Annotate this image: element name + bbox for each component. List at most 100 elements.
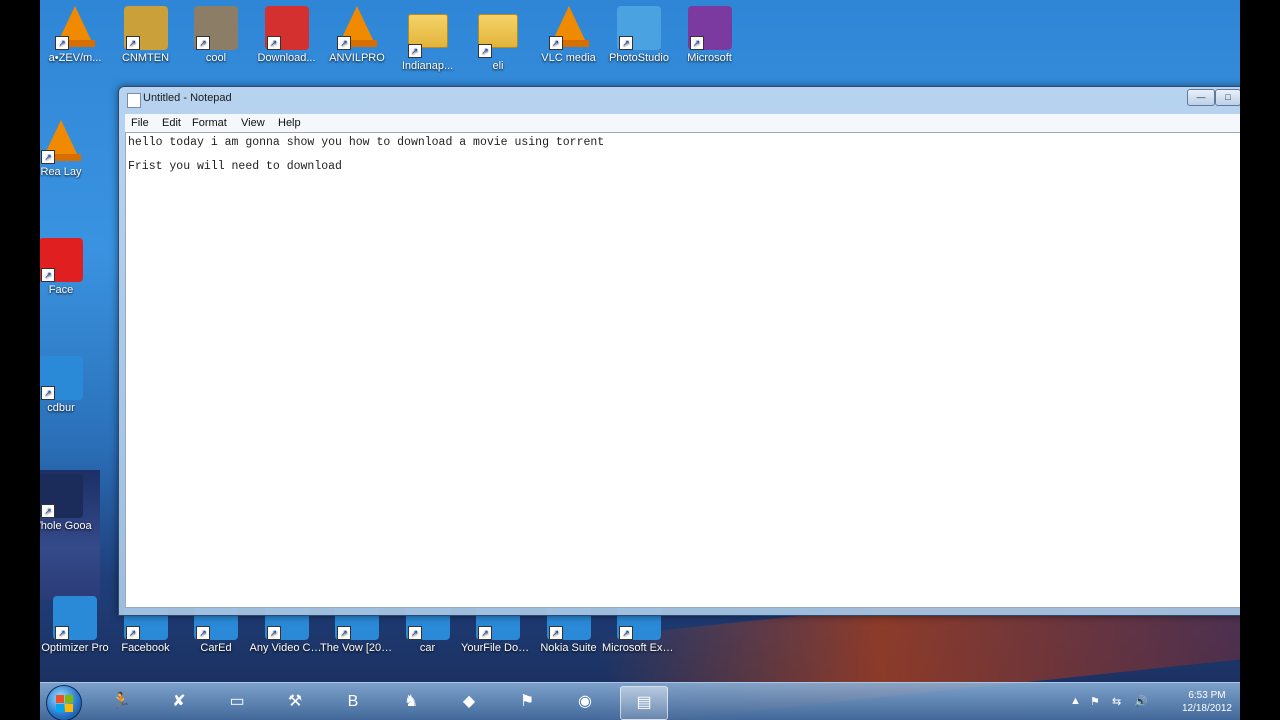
shortcut-arrow-icon: ↗ (337, 626, 351, 640)
menu-help[interactable]: Help (278, 117, 301, 129)
icon-label: Rea Lay (40, 166, 82, 178)
network-tray-icon[interactable]: ⇆ (1112, 695, 1121, 708)
shortcut-arrow-icon: ↗ (407, 626, 422, 640)
app-b-icon[interactable]: B (330, 686, 376, 718)
shortcut-arrow-icon: ↗ (125, 626, 140, 640)
network-icon[interactable]: ⚒ (272, 686, 318, 718)
desktop-top-icon-4[interactable]: ↗ ANVILPRO (320, 6, 394, 65)
shortcut-image: ↗ (476, 14, 520, 58)
shortcut-arrow-icon: ↗ (478, 626, 492, 640)
shortcut-arrow-icon: ↗ (619, 626, 633, 640)
shortcut-arrow-icon: ↗ (407, 44, 422, 58)
text-editor[interactable]: hello today i am gonna show you how to d… (125, 132, 1240, 608)
notepad-titlebar[interactable]: Untitled - Notepad — □ ✕ (119, 87, 1240, 111)
text-line-2: Frist you will need to download (128, 160, 342, 173)
minimize-button[interactable]: — (1187, 89, 1215, 106)
icon-label: Facebook (121, 642, 170, 654)
volume-icon[interactable]: 🔊 (1134, 695, 1148, 708)
icon-label: Download... (257, 52, 316, 64)
shortcut-image: ↗ (40, 120, 83, 164)
desktop-top-icon-0[interactable]: ↗ a•ZEV/m... (40, 6, 112, 65)
shortcut-arrow-icon: ↗ (41, 504, 55, 518)
text-line-1: hello today i am gonna show you how to d… (128, 136, 605, 149)
menu-format[interactable]: Format (192, 117, 227, 129)
chrome-icon[interactable]: ◉ (562, 686, 608, 718)
action-center-icon[interactable]: ⚑ (1090, 695, 1100, 708)
start-button[interactable] (46, 685, 82, 720)
shortcut-image: ↗ (335, 6, 379, 50)
icon-label: eli (492, 60, 504, 72)
shortcut-arrow-icon: ↗ (196, 36, 210, 50)
menu-edit[interactable]: Edit (162, 117, 181, 129)
desktop-bottom-icon-0[interactable]: ↗ Optimizer Pro (40, 596, 112, 655)
clock-date: 12/18/2012 (1181, 703, 1232, 714)
icon-label: ANVILPRO (329, 52, 385, 64)
notepad-icon[interactable]: ▤ (620, 686, 668, 720)
notepad-window[interactable]: Untitled - Notepad — □ ✕ File Edit Forma… (118, 86, 1240, 616)
shortcut-arrow-icon: ↗ (548, 36, 563, 50)
shortcut-arrow-icon: ↗ (41, 268, 55, 282)
shortcut-arrow-icon: ↗ (619, 36, 633, 50)
desktop-top-icon-9[interactable]: ↗ Microsoft (673, 6, 747, 65)
clock[interactable]: 6:53 PM 12/18/2012 (1182, 689, 1232, 715)
shortcut-arrow-icon: ↗ (337, 36, 351, 50)
desktop-top-icon-8[interactable]: ↗ PhotoStudio (602, 6, 676, 65)
sims-icon[interactable]: ◆ (446, 686, 492, 718)
racing-icon[interactable]: ⚑ (504, 686, 550, 718)
show-hidden-icons-icon[interactable]: ▲ (1070, 695, 1081, 707)
counter-strike-icon[interactable]: 🏃 (98, 686, 144, 718)
desktop-left-icon-2[interactable]: ↗ cdbur (40, 356, 98, 415)
shortcut-image: ↗ (264, 6, 309, 50)
desktop-top-icon-6[interactable]: ↗ eli (461, 6, 535, 73)
icon-label: CNMTEN (121, 52, 170, 64)
shortcut-image: ↗ (547, 6, 591, 50)
windows-logo-green (65, 695, 73, 703)
notepad-icon (127, 93, 141, 108)
desktop-top-icon-7[interactable]: ↗ VLC media (532, 6, 606, 65)
desktop-top-icon-3[interactable]: ↗ Download... (250, 6, 324, 65)
maximize-button[interactable]: □ (1215, 89, 1240, 106)
shortcut-image: ↗ (40, 238, 83, 282)
icon-label: PhotoStudio (609, 52, 669, 64)
shortcut-arrow-icon: ↗ (196, 626, 210, 640)
menu-view[interactable]: View (241, 117, 265, 129)
menu-bar: File Edit Format View Help (125, 114, 1240, 133)
desktop-top-icon-1[interactable]: ↗ CNMTEN (109, 6, 183, 65)
icon-label: Whole Gooa (40, 520, 92, 532)
shortcut-arrow-icon: ↗ (266, 36, 281, 50)
shortcut-arrow-icon: ↗ (689, 36, 704, 50)
desktop-left-icon-1[interactable]: ↗ Face (40, 238, 98, 297)
desktop: ↗ a•ZEV/m... ↗ CNMTEN ↗ cool ↗ Download... ↗ ANVI… (40, 0, 1240, 720)
shortcut-arrow-icon: ↗ (125, 36, 140, 50)
shortcut-image: ↗ (53, 596, 97, 640)
icon-label: cdbur (47, 402, 75, 414)
shortcut-arrow-icon: ↗ (41, 386, 55, 400)
icon-label: Any Video Converte... (249, 642, 324, 654)
shortcut-image: ↗ (40, 474, 83, 518)
taskbar: 🏃 ✘ ▭ ⚒ B ♞ ◆ ⚑ ◉ ▤ ▲ ⚑ ⇆ 🔊 6:53 PM 12/18/2012 (40, 682, 1240, 720)
icon-label: YourFile Downloader (461, 642, 535, 654)
character-icon[interactable]: ♞ (388, 686, 434, 718)
system-tray: ▲ ⚑ ⇆ 🔊 6:53 PM 12/18/2012 (1070, 683, 1240, 720)
icon-label: VLC media (541, 52, 596, 64)
clock-time: 6:53 PM (1188, 690, 1226, 701)
window-title: Untitled - Notepad (143, 92, 232, 104)
shortcut-arrow-icon: ↗ (41, 150, 55, 164)
menu-file[interactable]: File (131, 117, 149, 129)
shortcut-image: ↗ (123, 6, 168, 50)
desktop-left-icon-0[interactable]: ↗ Rea Lay (40, 120, 98, 179)
icon-label: The Vow [2012] ... (320, 642, 394, 654)
shortcut-image: ↗ (53, 6, 97, 50)
icon-label: CarEd (200, 642, 232, 654)
icon-label: Optimizer Pro (41, 642, 109, 654)
desktop-top-icon-2[interactable]: ↗ cool (179, 6, 253, 65)
desktop-left-icon-3[interactable]: ↗ Whole Gooa (40, 474, 98, 533)
game-icon[interactable]: ✘ (156, 686, 202, 718)
monitor-icon[interactable]: ▭ (214, 686, 260, 718)
shortcut-arrow-icon: ↗ (55, 626, 69, 640)
icon-label: Microsoft Expressi... (602, 642, 676, 654)
shortcut-image: ↗ (406, 14, 450, 58)
shortcut-arrow-icon: ↗ (548, 626, 563, 640)
shortcut-arrow-icon: ↗ (478, 44, 492, 58)
desktop-top-icon-5[interactable]: ↗ Indianap... (391, 6, 465, 73)
